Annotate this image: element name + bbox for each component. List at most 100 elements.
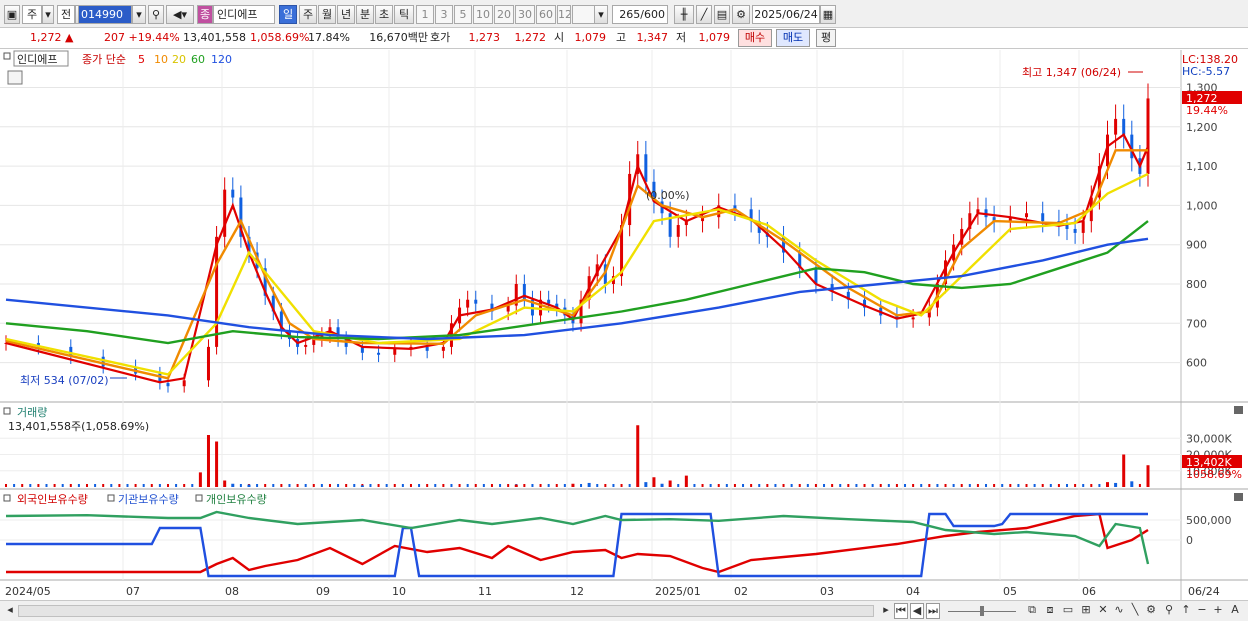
volume-bar	[466, 484, 469, 487]
speaker-icon[interactable]: ◀▾	[166, 5, 194, 24]
volume-bar	[328, 484, 331, 487]
volume-bar	[102, 484, 105, 487]
price-tick-label: 1,000	[1186, 199, 1218, 212]
volume-bar	[960, 484, 963, 487]
line-icon[interactable]: ╲	[1128, 603, 1142, 619]
ratio-badge: 종	[197, 5, 213, 24]
interval-60[interactable]: 60	[536, 5, 556, 24]
candle-body	[182, 380, 186, 387]
interval-30[interactable]: 30	[515, 5, 535, 24]
volume-bar	[652, 477, 656, 487]
chevron-down-icon[interactable]: ▾	[132, 5, 146, 24]
search-icon[interactable]: ⚲	[1162, 603, 1176, 619]
high-annotation: 최고 1,347 (06/24)	[1022, 66, 1121, 79]
quote-bar: 1,272 ▲ 207 +19.44% 13,401,558 1,058.69%…	[0, 28, 1248, 49]
scroll-right-icon[interactable]: ▸	[880, 603, 892, 619]
gear-icon[interactable]: ⚙	[732, 5, 750, 24]
volume-bar	[482, 484, 485, 487]
volume-bar	[69, 484, 72, 487]
export-icon[interactable]: ⊞	[1078, 603, 1094, 619]
layout-icon[interactable]: ⧉	[1024, 603, 1040, 619]
avg-button[interactable]: 평	[816, 29, 836, 47]
ask-price: 1,273	[468, 31, 501, 44]
buy-button[interactable]: 매수	[738, 29, 772, 47]
volume-bar	[215, 441, 219, 487]
tab-day[interactable]: 일	[279, 5, 297, 24]
volume-bar	[936, 484, 939, 487]
interval-3[interactable]: 3	[435, 5, 453, 24]
volume-bar	[742, 484, 745, 487]
scroll-track[interactable]	[18, 605, 874, 617]
volume-bar	[312, 484, 315, 487]
volume-bar	[231, 483, 235, 487]
calendar-icon[interactable]: ▦	[820, 5, 836, 24]
volume-bar	[1138, 484, 1141, 487]
tab-month[interactable]: 월	[318, 5, 336, 24]
close-icon[interactable]	[1234, 493, 1243, 501]
trend-icon[interactable]: ∿	[1112, 603, 1126, 619]
ask-label: 호가	[430, 31, 451, 44]
draw-icon[interactable]: ╱	[696, 5, 712, 24]
interval-1[interactable]: 1	[416, 5, 434, 24]
volume-bar	[1025, 484, 1028, 487]
copy-icon[interactable]: ⧈	[1042, 603, 1058, 619]
volume-bar	[758, 484, 761, 487]
stock-chart[interactable]: 6007008009001,0001,1001,2001,30010,000K2…	[0, 50, 1248, 600]
interval-20[interactable]: 20	[494, 5, 514, 24]
volume-bar	[409, 484, 412, 487]
interval-10[interactable]: 10	[473, 5, 493, 24]
tab-minute[interactable]: 분	[356, 5, 374, 24]
volume-bar	[5, 484, 7, 487]
chevron-down-icon[interactable]: ▾	[594, 5, 608, 24]
prev-button[interactable]: 전	[57, 5, 75, 24]
chevron-down-icon[interactable]: ▾	[42, 5, 54, 24]
candle-icon[interactable]: ╫	[674, 5, 694, 24]
interval-5[interactable]: 5	[454, 5, 472, 24]
stock-code-input[interactable]: 014990	[78, 5, 132, 24]
prev-page-icon[interactable]: ◀	[910, 603, 924, 619]
date-input[interactable]: 2025/06/24	[752, 5, 820, 24]
scroll-left-icon[interactable]: ◂	[4, 603, 16, 619]
price-change: 207 +19.44%	[104, 31, 180, 44]
tab-second[interactable]: 초	[375, 5, 393, 24]
crosshair-icon[interactable]: ✕	[1096, 603, 1110, 619]
x-tick-label: 2025/01	[655, 585, 701, 598]
volume-bar	[369, 484, 372, 487]
volume-bar	[620, 484, 623, 487]
volume-bar	[636, 425, 640, 487]
print-icon[interactable]: ▭	[1060, 603, 1076, 619]
volume-bar	[814, 484, 817, 487]
sell-button[interactable]: 매도	[776, 29, 810, 47]
font-size-icon[interactable]: A	[1228, 603, 1242, 619]
period-type-select[interactable]: 주	[22, 5, 42, 24]
toolbar: ▣ 주 ▾ 전 ▾ 014990 ▾ ⚲ ◀▾ 종 인디에프 일 주 월 년 분…	[0, 0, 1248, 28]
holdings-tick-label: 500,000	[1186, 514, 1232, 527]
count-input[interactable]: 265/600	[612, 5, 668, 24]
collapse-icon[interactable]: ↑	[1180, 603, 1192, 619]
close-icon[interactable]	[1234, 406, 1243, 414]
zoom-in-icon[interactable]: +	[1212, 603, 1224, 619]
volume-bar	[239, 484, 242, 487]
search-icon[interactable]: ⚲	[148, 5, 164, 24]
volume-bar	[904, 484, 907, 487]
tab-week[interactable]: 주	[299, 5, 317, 24]
settings-icon[interactable]: ⚙	[1144, 603, 1158, 619]
candle-body	[547, 299, 551, 304]
grid-toggle-icon[interactable]	[7, 70, 23, 85]
zoom-out-icon[interactable]: −	[1196, 603, 1208, 619]
volume-bar	[774, 484, 777, 487]
volume-bar	[1098, 484, 1101, 487]
price-tick-label: 800	[1186, 278, 1207, 291]
zoom-slider-handle[interactable]	[980, 606, 984, 616]
volume-bar	[183, 484, 186, 487]
window-icon[interactable]: ▣	[4, 5, 20, 24]
tab-year[interactable]: 년	[337, 5, 355, 24]
tab-tick[interactable]: 틱	[394, 5, 414, 24]
save-icon[interactable]: ▤	[714, 5, 730, 24]
interval-120[interactable]: 120	[557, 5, 571, 24]
next-page-icon[interactable]: ⏭	[926, 603, 940, 619]
x-tick-label: 08	[225, 585, 239, 598]
volume-bar	[871, 484, 874, 487]
volume-bar	[206, 435, 210, 487]
first-page-icon[interactable]: ⏮	[894, 603, 908, 619]
